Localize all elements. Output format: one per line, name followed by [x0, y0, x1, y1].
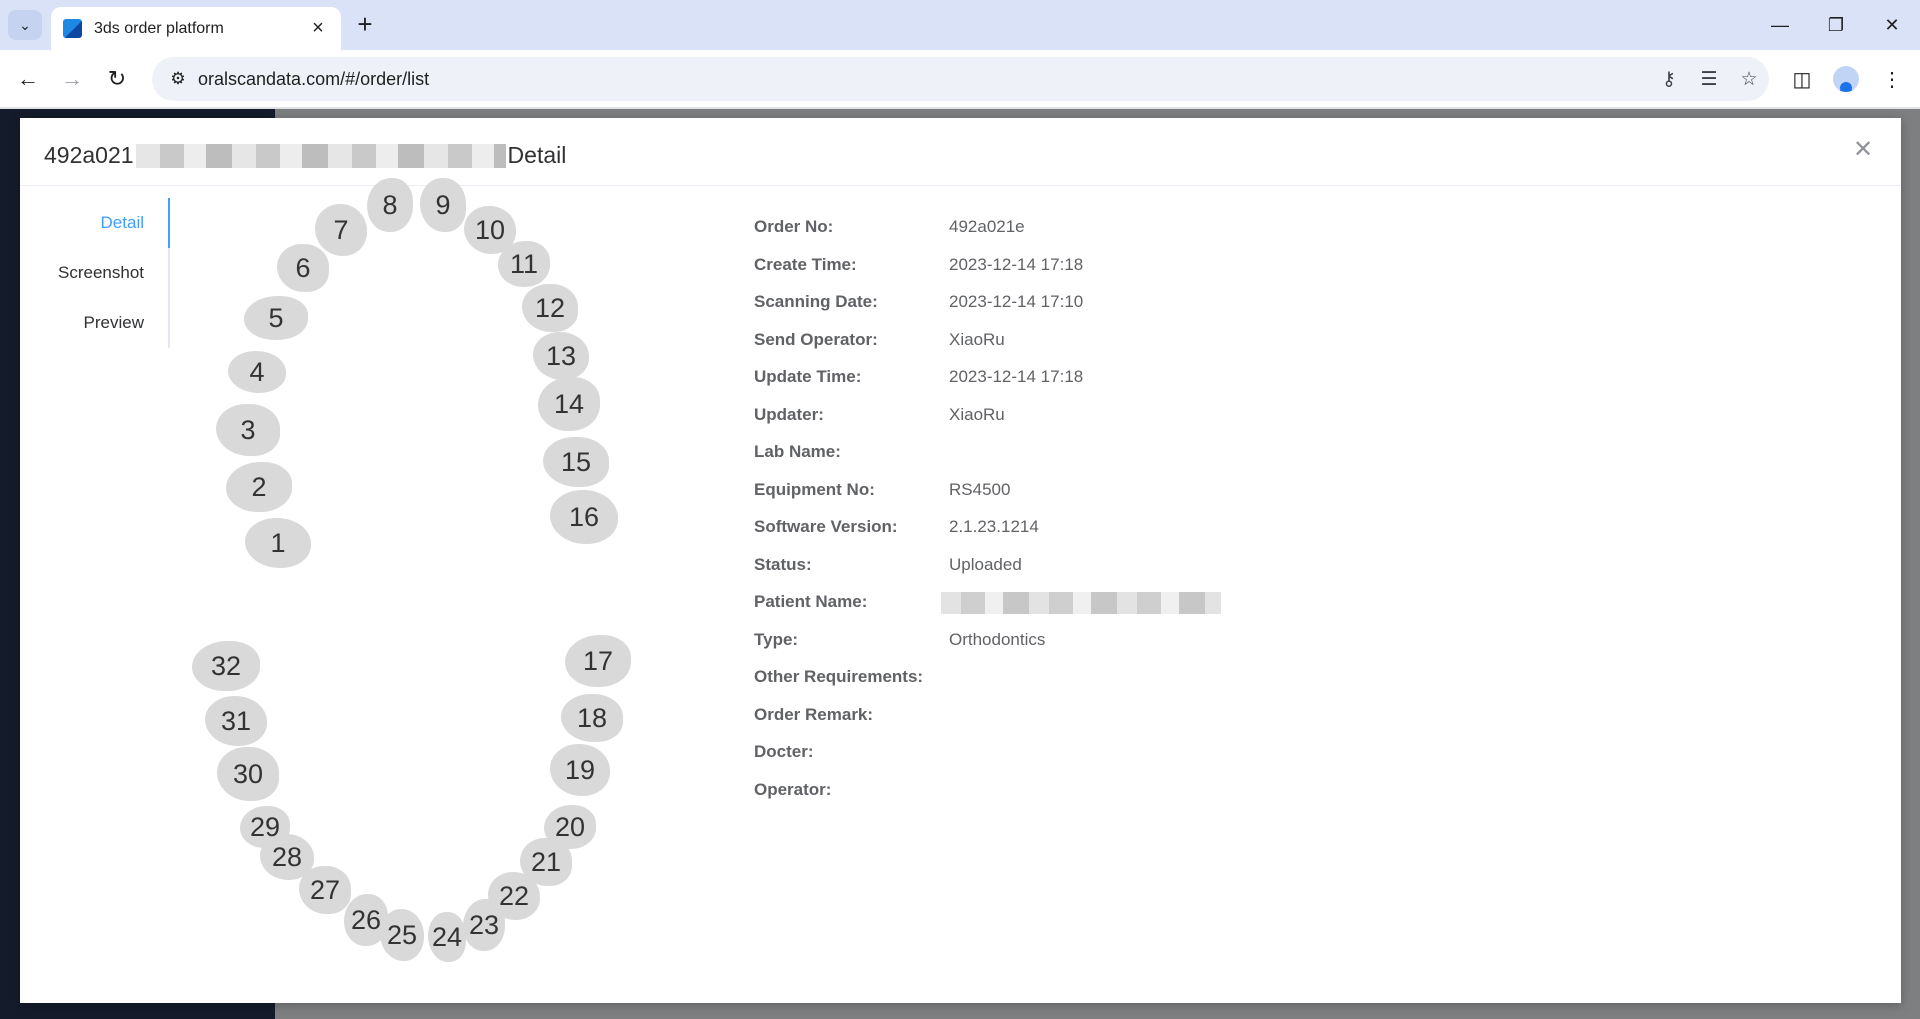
- tooth-32[interactable]: 32: [192, 641, 260, 691]
- dialog-title: 492a021 Detail: [44, 142, 566, 169]
- dialog-title-suffix: Detail: [507, 142, 567, 168]
- detail-label: Lab Name:: [754, 442, 841, 461]
- restore-icon[interactable]: ❐: [1808, 0, 1864, 50]
- detail-value: XiaoRu: [949, 404, 1005, 424]
- tooth-6[interactable]: 6: [277, 244, 329, 292]
- detail-value: 2023-12-14 17:18: [949, 254, 1084, 274]
- tooth-14[interactable]: 14: [538, 377, 600, 431]
- tooth-17[interactable]: 17: [565, 635, 631, 687]
- side-panel-icon[interactable]: ◫: [1786, 63, 1818, 95]
- window-close-icon[interactable]: ✕: [1864, 0, 1920, 50]
- tooth-15[interactable]: 15: [543, 437, 609, 487]
- detail-label: Scanning Date:: [754, 292, 878, 311]
- detail-label: Other Requirements:: [754, 667, 924, 686]
- tab-strip: ⌄ 3ds order platform × + — ❐ ✕: [0, 0, 1920, 50]
- detail-label: Equipment No:: [754, 479, 875, 499]
- tooth-16[interactable]: 16: [550, 490, 618, 544]
- detail-label: Software Version:: [754, 517, 898, 536]
- detail-label: Order Remark:: [754, 704, 874, 724]
- tab-detail[interactable]: Detail: [20, 198, 170, 248]
- tooth-12[interactable]: 12: [522, 284, 578, 332]
- detail-value: Uploaded: [949, 554, 1022, 574]
- tooth-24[interactable]: 24: [428, 912, 466, 962]
- site-favicon-icon: [63, 19, 82, 38]
- dialog-header: 492a021 Detail ✕: [20, 118, 1901, 186]
- tooth-9[interactable]: 9: [420, 178, 466, 232]
- detail-value: 2023-12-14 17:18: [949, 367, 1084, 386]
- detail-label: Send Operator:: [754, 329, 878, 349]
- new-tab-plus-icon[interactable]: +: [350, 10, 380, 40]
- tooth-26[interactable]: 26: [344, 894, 388, 946]
- detail-label: Create Time:: [754, 254, 857, 274]
- tooth-29[interactable]: 29: [240, 806, 290, 848]
- bookmark-star-icon[interactable]: ☆: [1729, 59, 1769, 99]
- redacted-title-block: [135, 143, 506, 168]
- translate-icon[interactable]: ☰: [1689, 59, 1729, 99]
- minimize-icon[interactable]: —: [1752, 0, 1808, 50]
- tooth-31[interactable]: 31: [205, 696, 267, 746]
- detail-label: Update Time:: [754, 367, 862, 386]
- url-text[interactable]: oralscandata.com/#/order/list: [198, 69, 1649, 90]
- detail-label: Updater:: [754, 404, 824, 424]
- dialog-title-order-prefix: 492a021: [44, 142, 134, 168]
- order-detail-dialog: 492a021 Detail ✕ Detail Screenshot Previ…: [20, 118, 1901, 1003]
- detail-tabs: Detail Screenshot Preview: [20, 198, 170, 348]
- tab-screenshot[interactable]: Screenshot: [20, 248, 168, 298]
- tooth-3[interactable]: 3: [216, 404, 280, 456]
- tooth-13[interactable]: 13: [533, 332, 589, 380]
- tab-preview[interactable]: Preview: [20, 298, 168, 348]
- browser-menu-icon[interactable]: ⋮: [1876, 63, 1908, 95]
- back-arrow-icon[interactable]: ←: [12, 63, 44, 95]
- detail-value: 2023-12-14 17:10: [949, 292, 1084, 311]
- tooth-23[interactable]: 23: [463, 899, 505, 951]
- tab-close-icon[interactable]: ×: [307, 17, 329, 40]
- tooth-30[interactable]: 30: [217, 747, 279, 801]
- browser-tab[interactable]: 3ds order platform ×: [51, 7, 341, 50]
- detail-label: Type:: [754, 629, 799, 649]
- detail-label: Patient Name:: [754, 592, 868, 611]
- tooth-8[interactable]: 8: [367, 178, 413, 232]
- detail-value: Orthodontics: [949, 629, 1046, 649]
- password-key-icon[interactable]: ⚷: [1649, 59, 1689, 99]
- detail-value: RS4500: [949, 479, 1011, 499]
- tooth-18[interactable]: 18: [561, 694, 623, 742]
- detail-label: Status:: [754, 554, 812, 574]
- tooth-19[interactable]: 19: [550, 744, 610, 796]
- profile-avatar-icon[interactable]: [1830, 63, 1862, 95]
- forward-arrow-icon[interactable]: →: [56, 63, 88, 95]
- detail-label: Order No:: [754, 217, 834, 236]
- tooth-4[interactable]: 4: [228, 351, 286, 393]
- site-info-tune-icon[interactable]: ⚙: [158, 69, 198, 89]
- detail-label: Operator:: [754, 779, 832, 799]
- detail-value: [941, 592, 1221, 619]
- detail-value: 2.1.23.1214: [949, 517, 1039, 536]
- detail-value: XiaoRu: [949, 329, 1005, 349]
- address-bar[interactable]: ⚙ oralscandata.com/#/order/list ⚷ ☰ ☆: [152, 57, 1769, 101]
- detail-label: Docter:: [754, 742, 814, 761]
- browser-toolbar: ← → ↻ ⚙ oralscandata.com/#/order/list ⚷ …: [0, 50, 1920, 108]
- tab-search-chevron-icon[interactable]: ⌄: [8, 10, 42, 40]
- tooth-1[interactable]: 1: [245, 518, 311, 568]
- tooth-7[interactable]: 7: [315, 204, 367, 256]
- tooth-5[interactable]: 5: [244, 296, 308, 340]
- tab-title: 3ds order platform: [94, 19, 224, 37]
- reload-icon[interactable]: ↻: [101, 63, 133, 95]
- tooth-11[interactable]: 11: [498, 241, 550, 287]
- redacted-patient-name: [941, 592, 1221, 614]
- tooth-2[interactable]: 2: [226, 462, 292, 512]
- dialog-close-icon[interactable]: ✕: [1851, 138, 1875, 162]
- detail-value: 492a021e: [949, 217, 1025, 236]
